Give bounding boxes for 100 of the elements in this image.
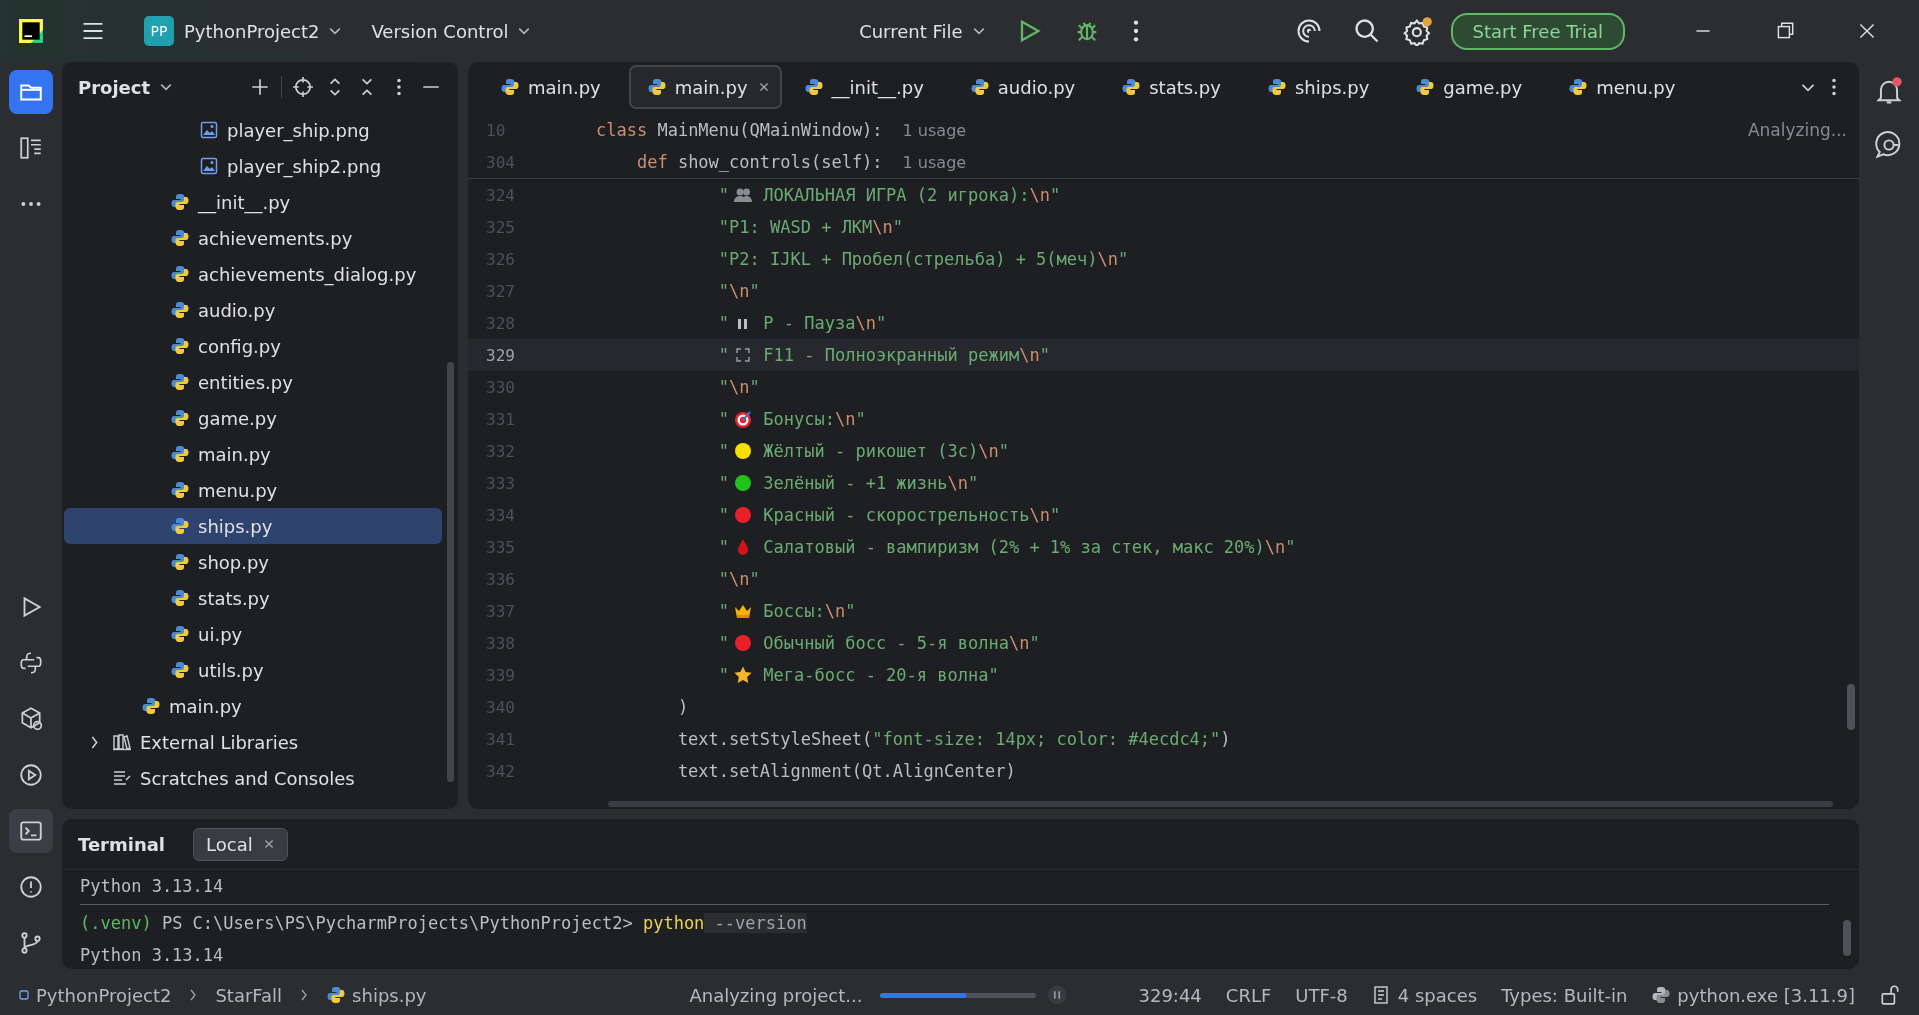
code-line: class MainMenu(QMainWindow): [596, 120, 883, 140]
tree-item[interactable]: External Libraries [64, 724, 442, 760]
project-tool-icon[interactable] [9, 70, 53, 114]
crosshair-icon[interactable] [292, 76, 314, 98]
status-item[interactable]: Types: Built-in [1501, 984, 1628, 1006]
status-item[interactable]: CRLF [1225, 984, 1272, 1006]
usage-hint[interactable]: 1 usage [902, 120, 967, 140]
run-configuration-selector[interactable]: Current File [851, 14, 993, 48]
code-line: "\n" [717, 281, 760, 301]
app-logo-icon[interactable] [18, 18, 44, 44]
project-badge: PP [144, 16, 174, 46]
editor-tab[interactable]: main.py [628, 65, 782, 109]
start-free-trial-button[interactable]: Start Free Trial [1450, 12, 1625, 50]
python-file-icon [646, 77, 667, 97]
python-file-icon [141, 696, 161, 716]
horizontal-scrollbar[interactable] [608, 801, 1833, 807]
usage-hint[interactable]: 1 usage [902, 152, 967, 172]
scratches-icon [112, 768, 132, 788]
tree-item[interactable]: entities.py [64, 364, 442, 400]
status-item[interactable]: UTF-8 [1295, 984, 1348, 1006]
pause-icon[interactable] [1046, 984, 1069, 1006]
scrollbar-thumb[interactable] [1843, 920, 1851, 956]
breadcrumb[interactable]: PythonProject2 [18, 984, 172, 1006]
tree-item[interactable]: achievements_dialog.py [64, 256, 442, 292]
panel-title: Terminal [78, 833, 166, 855]
tree-item[interactable]: config.py [64, 328, 442, 364]
add-icon[interactable] [249, 76, 271, 98]
tree-item[interactable]: audio.py [64, 292, 442, 328]
module-icon [18, 989, 30, 1001]
tree-item[interactable]: game.py [64, 400, 442, 436]
code-line: def show_controls(self): [635, 152, 883, 172]
code-line: " Жёлтый - рикошет (3с)\n" [717, 441, 1009, 461]
chevron-right-icon [189, 989, 198, 1001]
search-icon[interactable] [1352, 17, 1381, 45]
terminal-tool-icon[interactable] [9, 809, 53, 853]
close-icon[interactable] [262, 838, 275, 850]
python-file-icon [170, 588, 190, 608]
settings-icon[interactable] [1402, 16, 1433, 46]
python-file-icon [803, 77, 824, 97]
tree-item[interactable]: shop.py [64, 544, 442, 580]
editor-tab[interactable]: __init__.py [785, 65, 948, 109]
close-icon[interactable] [757, 81, 770, 93]
chevron-down-icon [518, 27, 531, 35]
tree-item[interactable]: ui.py [64, 616, 442, 652]
python-file-icon [1568, 77, 1589, 97]
tree-item[interactable]: main.py [64, 688, 442, 724]
code-line: "P2: IJKL + Пробел(стрельба) + 5(меч)\n" [717, 249, 1129, 269]
bell-icon[interactable] [1874, 76, 1904, 106]
python-file-icon [1415, 77, 1436, 97]
background-task-label[interactable]: Analyzing project... [689, 984, 863, 1006]
terminal-line: Python 3.13.14 [80, 944, 225, 967]
scrollbar-thumb[interactable] [447, 362, 454, 782]
tree-item[interactable]: main.py [64, 436, 442, 472]
status-item[interactable]: 4 spaces [1371, 984, 1478, 1006]
python-file-icon [170, 336, 190, 356]
code-line: " Обычный босс - 5-я волна\n" [717, 633, 1040, 653]
tree-item[interactable]: utils.py [64, 652, 442, 688]
terminal-line: (.venv) PS C:\Users\PS\PycharmProjects\PythonProject2> python --version [80, 912, 808, 935]
image-file-icon [199, 156, 219, 176]
project-selector[interactable]: PP PythonProject2 [136, 10, 350, 52]
tree-item[interactable]: ships.py [64, 508, 442, 544]
unlock-icon[interactable] [1879, 984, 1901, 1006]
panel-title[interactable]: Project [78, 76, 151, 98]
editor-tab[interactable]: audio.py [951, 65, 1100, 109]
tree-item[interactable]: player_ship2.png [64, 148, 442, 184]
tree-item[interactable]: menu.py [64, 472, 442, 508]
python-file-icon [170, 264, 190, 284]
version-control-menu[interactable]: Version Control [363, 14, 539, 48]
terminal-tab[interactable]: Local [193, 827, 288, 861]
status-item[interactable]: python.exe [3.11.9] [1651, 984, 1855, 1006]
editor-tab[interactable]: menu.py [1550, 65, 1700, 109]
image-file-icon [199, 120, 219, 140]
python-file-icon [170, 444, 190, 464]
code-line: text.setStyleSheet("font-size: 14px; color: #4ecdc4;") [676, 729, 1231, 749]
tree-item[interactable]: Scratches and Consoles [64, 760, 442, 796]
breadcrumb[interactable]: ships.py [326, 984, 427, 1006]
code-line: " Зелёный - +1 жизнь\n" [717, 473, 979, 493]
editor-tab[interactable]: ships.py [1248, 65, 1394, 109]
code-line: " Мега-босс - 20-я волна" [717, 665, 999, 685]
chevron-right-icon[interactable] [90, 735, 99, 749]
library-icon [112, 732, 132, 752]
editor-tab[interactable]: stats.py [1103, 65, 1245, 109]
editor-tab[interactable]: game.py [1397, 65, 1547, 109]
python-file-icon [326, 985, 347, 1005]
code-line: "\n" [717, 377, 760, 397]
code-line: " P - Пауза\n" [717, 313, 887, 333]
tree-item[interactable]: stats.py [64, 580, 442, 616]
editor-tab[interactable]: main.py [482, 65, 625, 109]
scrollbar-thumb[interactable] [1847, 684, 1855, 730]
code-line: " ЛОКАЛЬНАЯ ИГРА (2 игрока):\n" [717, 185, 1061, 205]
line-number: 329 [485, 345, 516, 365]
tree-item[interactable]: __init__.py [64, 184, 442, 220]
chevron-down-icon[interactable] [160, 83, 173, 91]
tree-item[interactable]: achievements.py [64, 220, 442, 256]
tree-item[interactable]: player_ship.png [64, 112, 442, 148]
breadcrumb[interactable]: StarFall [215, 984, 283, 1006]
python-icon [1651, 985, 1672, 1005]
status-item[interactable]: 329:44 [1138, 984, 1202, 1006]
terminal-line: Python 3.13.14 [80, 875, 225, 898]
chevron-down-icon [329, 27, 342, 35]
